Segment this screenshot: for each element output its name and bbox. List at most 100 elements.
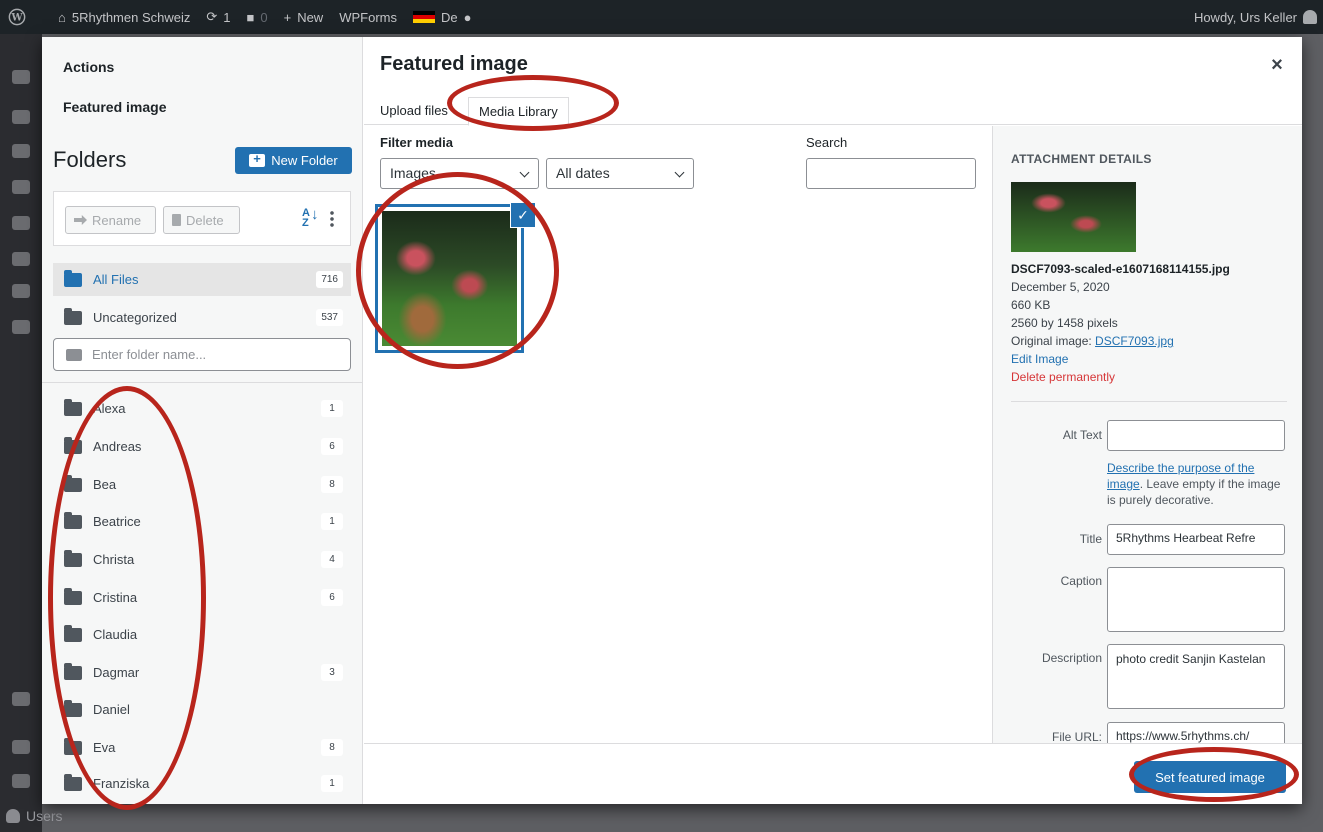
language-switcher[interactable]: De ●: [405, 10, 479, 25]
comments-link[interactable]: ■ 0: [239, 10, 276, 25]
media-date-select[interactable]: All dates: [546, 158, 694, 189]
dashboard-icon[interactable]: [12, 70, 30, 84]
delete-folder-button[interactable]: Delete: [163, 206, 240, 234]
svg-text:W: W: [10, 13, 23, 24]
media-search-input[interactable]: [806, 158, 976, 189]
rename-folder-button[interactable]: Rename: [65, 206, 156, 234]
media-toolbar-footer: Set featured image: [364, 743, 1302, 804]
caption-label: Caption: [1060, 574, 1102, 588]
checkmark-icon[interactable]: ✓: [511, 203, 535, 227]
folder-toolbar: Rename Delete A Z ↓: [53, 191, 351, 246]
folder-item[interactable]: Beatrice 1: [53, 505, 351, 538]
attachment-size: 660 KB: [1011, 298, 1051, 312]
tab-media-library[interactable]: Media Library: [468, 97, 569, 126]
featured-image-menu-item[interactable]: Featured image: [63, 99, 166, 115]
attachment-details-heading: ATTACHMENT DETAILS: [1011, 152, 1152, 166]
folder-icon: [64, 699, 82, 717]
tab-upload-files[interactable]: Upload files: [370, 97, 458, 126]
file-url-input[interactable]: https://www.5rhythms.ch/: [1107, 722, 1285, 743]
attachment-preview-image: [1011, 182, 1136, 252]
modal-title: Featured image: [380, 53, 528, 75]
folder-icon: [64, 436, 82, 454]
alt-text-input[interactable]: [1107, 420, 1285, 451]
title-label: Title: [1079, 532, 1102, 546]
events-icon[interactable]: [12, 320, 30, 334]
folder-icon: [64, 511, 82, 529]
folder-item[interactable]: Christa 4: [53, 543, 351, 576]
folder-item[interactable]: Eva 8: [53, 731, 351, 764]
attachment-filename: DSCF7093-scaled-e1607168114155.jpg: [1011, 262, 1230, 276]
folder-item[interactable]: Franziska 1: [53, 767, 351, 800]
alt-text-label: Alt Text: [1062, 428, 1102, 442]
users-icon: [6, 809, 20, 823]
folder-icon: [64, 398, 82, 416]
folder-item[interactable]: Bea 8: [53, 468, 351, 501]
admin-bar: W ⌂ 5Rhythmen Schweiz ⟳ 1 ■ 0 + New WPFo…: [0, 0, 1323, 34]
sidebar-divider: [42, 382, 362, 383]
new-folder-icon: [249, 151, 266, 167]
folder-item[interactable]: Alexa 1: [53, 392, 351, 425]
admin-menu: [0, 34, 42, 832]
plus-icon: +: [283, 9, 292, 25]
close-icon[interactable]: ×: [1266, 54, 1288, 76]
folder-search-icon: [66, 349, 82, 361]
updates-link[interactable]: ⟳ 1: [198, 9, 238, 25]
media-router-tabs: Upload files Media Library: [364, 89, 1302, 126]
title-input[interactable]: 5Rhythms Hearbeat Refre: [1107, 524, 1285, 555]
media-icon[interactable]: [12, 144, 30, 158]
attachment-thumbnail[interactable]: [375, 204, 524, 353]
description-textarea[interactable]: photo credit Sanjin Kastelan: [1107, 644, 1285, 709]
folders-title: Folders: [53, 147, 127, 172]
description-label: Description: [1041, 651, 1102, 665]
folder-item[interactable]: Dagmar 3: [53, 656, 351, 689]
folder-uncategorized[interactable]: Uncategorized 537: [53, 301, 351, 334]
admin-menu-users[interactable]: Users: [6, 808, 63, 824]
folder-item[interactable]: Cristina 6: [53, 581, 351, 614]
pages-icon[interactable]: [12, 216, 30, 230]
forms-icon[interactable]: [12, 692, 30, 706]
file-url-label: File URL:: [1051, 730, 1102, 743]
folder-icon: [64, 737, 82, 755]
folder-item[interactable]: Daniel: [53, 693, 351, 726]
folder-icon: [64, 662, 82, 680]
sort-az-icon[interactable]: A Z ↓: [302, 207, 322, 230]
pin-icon[interactable]: [12, 180, 30, 194]
new-folder-button[interactable]: New Folder: [235, 147, 352, 174]
site-name-link[interactable]: ⌂ 5Rhythmen Schweiz: [50, 10, 198, 25]
chevron-down-icon: [519, 167, 530, 178]
media-type-select[interactable]: Images: [380, 158, 539, 189]
edit-image-link[interactable]: Edit Image: [1011, 352, 1068, 366]
user-account-menu[interactable]: Howdy, Urs Keller: [1194, 0, 1317, 34]
filter-media-label: Filter media: [380, 135, 453, 150]
appearance-icon[interactable]: [12, 740, 30, 754]
delete-permanently-link[interactable]: Delete permanently: [1011, 370, 1115, 384]
comments-menu-icon[interactable]: [12, 284, 30, 298]
trash-icon: [172, 214, 181, 226]
new-content-link[interactable]: + New: [276, 10, 332, 25]
copy-icon[interactable]: [12, 252, 30, 266]
folder-item[interactable]: Claudia: [53, 618, 351, 651]
folder-all-files[interactable]: All Files 716: [53, 263, 351, 296]
set-featured-image-button[interactable]: Set featured image: [1134, 761, 1286, 793]
media-modal: Actions Featured image Folders New Folde…: [42, 37, 1302, 804]
caption-textarea[interactable]: [1107, 567, 1285, 632]
plugins-icon[interactable]: [12, 774, 30, 788]
wordpress-logo-icon[interactable]: W: [0, 8, 34, 26]
posts-icon[interactable]: [12, 110, 30, 124]
folder-item[interactable]: Andreas 6: [53, 430, 351, 463]
folder-icon: [64, 773, 82, 791]
wpforms-link[interactable]: WPForms: [331, 10, 405, 25]
rename-icon: [74, 215, 87, 225]
attachment-details-panel: ATTACHMENT DETAILS DSCF7093-scaled-e1607…: [992, 126, 1302, 743]
info-icon: ●: [463, 9, 472, 25]
folder-search-input[interactable]: Enter folder name...: [53, 338, 351, 371]
original-image-link[interactable]: DSCF7093.jpg: [1095, 334, 1174, 348]
more-options-icon[interactable]: [330, 210, 334, 228]
refresh-icon: ⟳: [206, 9, 218, 24]
home-folder-icon: [64, 269, 82, 287]
attachment-dimensions: 2560 by 1458 pixels: [1011, 316, 1118, 330]
attachment-date: December 5, 2020: [1011, 280, 1110, 294]
search-label: Search: [806, 135, 848, 150]
german-flag-icon: [412, 11, 435, 23]
comment-icon: ■: [246, 9, 255, 25]
